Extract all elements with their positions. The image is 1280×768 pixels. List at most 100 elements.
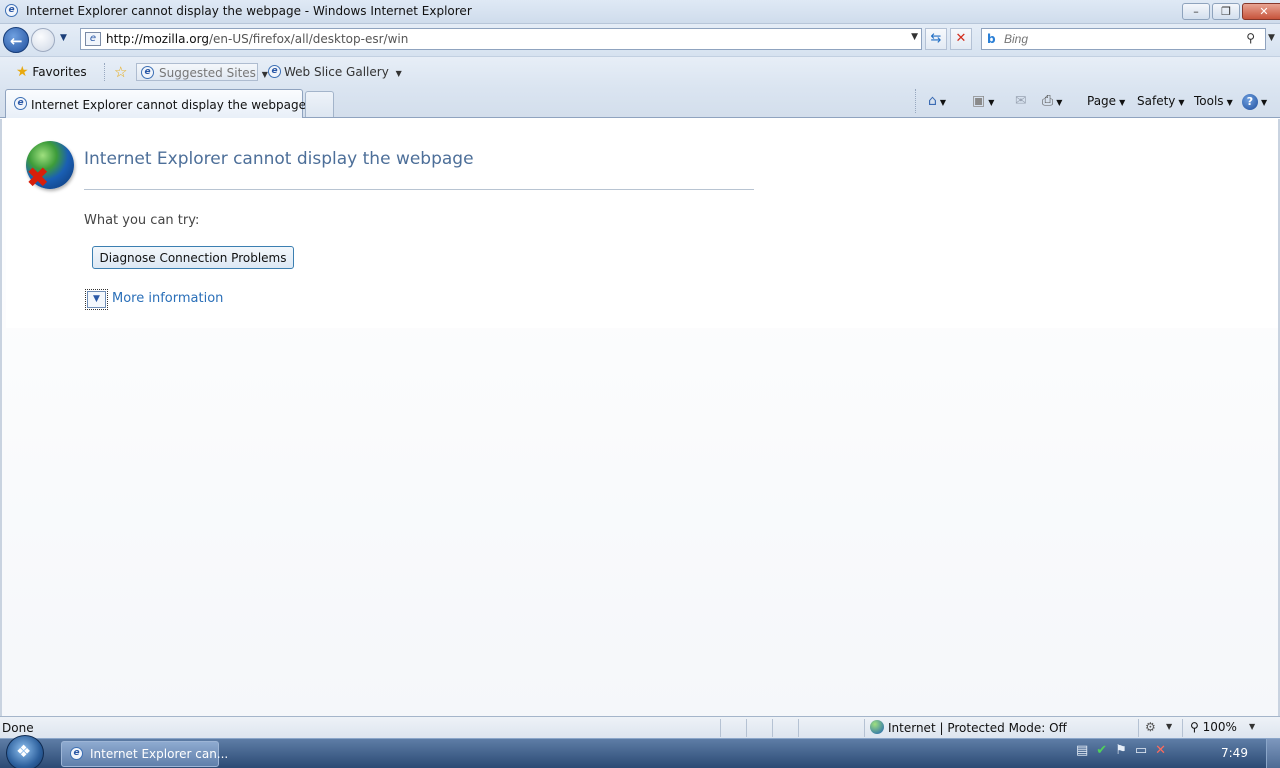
security-zone[interactable]: Internet | Protected Mode: Off <box>870 720 1067 735</box>
navigation-bar: ← ▼ e http://mozilla.org/en-US/firefox/a… <box>0 24 1280 56</box>
status-text: Done <box>2 721 34 735</box>
maximize-button[interactable]: ❐ <box>1212 3 1240 20</box>
zoom-label: 100% <box>1202 720 1237 734</box>
taskbar: ❖ e Internet Explorer can... ▤ ✔ ⚑ ▭ ✕ 7:49 <box>0 735 1280 768</box>
refresh-icon: ⇆ <box>930 31 942 46</box>
help-menu[interactable]: ? ▼ <box>1242 92 1267 110</box>
status-bar: Done Internet | Protected Mode: Off ⚙ ▼ … <box>0 716 1280 738</box>
more-information-link[interactable]: More information <box>112 291 223 306</box>
window-title: Internet Explorer cannot display the web… <box>26 4 472 18</box>
url-path: /en-US/firefox/all/desktop-esr/win <box>208 32 409 46</box>
printer-icon: ⎙ <box>1042 93 1054 109</box>
zone-label: Internet | Protected Mode: Off <box>888 721 1067 735</box>
chevron-down-icon[interactable]: ▼ <box>988 98 994 107</box>
back-button[interactable]: ← <box>3 27 29 53</box>
chevron-down-icon: ▼ <box>395 69 402 78</box>
status-separator <box>798 719 799 737</box>
chevron-down-icon[interactable]: ▼ <box>1249 722 1255 731</box>
ie-page-icon: e <box>268 65 281 78</box>
show-desktop-button[interactable] <box>1266 739 1280 768</box>
start-button[interactable]: ❖ <box>6 735 44 768</box>
favorites-separator <box>104 63 105 81</box>
ie-page-icon: e <box>14 97 27 110</box>
feeds-button[interactable]: ▣ ▼ <box>972 92 994 110</box>
stop-button[interactable]: ✕ <box>950 28 972 50</box>
search-icon[interactable]: ⚲ <box>1246 31 1255 45</box>
suggested-sites-button[interactable]: e Suggested Sites ▼ <box>136 63 268 81</box>
taskbar-ie-label: Internet Explorer can... <box>90 747 229 761</box>
title-bar: e Internet Explorer cannot display the w… <box>0 0 1280 24</box>
bing-icon: b <box>987 32 996 46</box>
status-separator <box>720 719 721 737</box>
document-tray-icon[interactable]: ▤ <box>1076 743 1088 758</box>
recent-pages-dropdown-icon[interactable]: ▼ <box>60 33 67 43</box>
windows-logo-icon: ❖ <box>16 742 32 762</box>
safety-menu[interactable]: Safety ▼ <box>1137 92 1185 110</box>
suggested-sites-label: Suggested Sites <box>159 66 256 80</box>
action-center-flag-icon[interactable]: ⚑ <box>1115 743 1127 758</box>
stop-icon: ✕ <box>955 31 967 46</box>
chevron-down-icon[interactable]: ▼ <box>940 98 946 107</box>
chevron-down-icon: ▼ <box>1261 98 1268 107</box>
divider <box>84 189 754 190</box>
status-separator <box>1138 719 1139 737</box>
security-check-icon[interactable]: ✔ <box>1096 743 1107 758</box>
tab-active[interactable]: e Internet Explorer cannot display the w… <box>5 89 306 118</box>
url-host: http://mozilla.org <box>106 32 209 46</box>
network-icon[interactable]: ▭ <box>1135 743 1147 758</box>
chevron-down-icon: ▼ <box>1119 98 1126 107</box>
search-input[interactable] <box>1004 31 1234 47</box>
web-slice-gallery-button[interactable]: e Web Slice Gallery ▼ <box>264 63 402 81</box>
clock[interactable]: 7:49 <box>1221 746 1248 760</box>
volume-muted-icon[interactable]: ✕ <box>1155 743 1166 758</box>
add-to-favorites-bar-icon[interactable]: ☆ <box>114 63 127 81</box>
internet-zone-icon <box>870 720 884 734</box>
page-content: ✖ Internet Explorer cannot display the w… <box>0 119 1280 716</box>
safety-menu-label: Safety <box>1137 94 1176 108</box>
search-options-dropdown-icon[interactable]: ▼ <box>1268 33 1275 43</box>
tools-menu-label: Tools <box>1194 94 1224 108</box>
tools-menu[interactable]: Tools ▼ <box>1194 92 1233 110</box>
page-menu[interactable]: Page ▼ <box>1087 92 1125 110</box>
web-slice-gallery-label: Web Slice Gallery <box>284 65 389 79</box>
tab-label: Internet Explorer cannot display the web… <box>31 98 306 112</box>
chevron-down-icon: ▼ <box>1178 98 1185 107</box>
page-menu-label: Page <box>1087 94 1117 108</box>
error-title: Internet Explorer cannot display the web… <box>84 149 474 169</box>
maximize-icon: ❐ <box>1221 5 1231 18</box>
minimize-button[interactable]: – <box>1182 3 1210 20</box>
read-mail-button[interactable]: ✉ <box>1015 92 1027 110</box>
ie-logo-icon: e <box>70 747 83 760</box>
chevron-down-icon[interactable]: ▼ <box>1166 722 1172 731</box>
diagnose-connection-button[interactable]: Diagnose Connection Problems <box>92 246 294 269</box>
favorites-button[interactable]: ★ Favorites <box>16 63 87 81</box>
forward-button[interactable] <box>31 28 55 52</box>
protected-mode-icon[interactable]: ⚙ <box>1145 720 1156 734</box>
rss-feed-icon: ▣ <box>972 93 986 109</box>
ie-logo-icon: e <box>5 4 18 17</box>
chevron-down-icon: ▼ <box>1226 98 1233 107</box>
command-bar-separator <box>915 89 916 113</box>
zoom-level[interactable]: ⚲ 100% <box>1190 720 1237 734</box>
new-tab-button[interactable] <box>305 91 334 117</box>
print-button[interactable]: ⎙ ▼ <box>1042 92 1062 110</box>
mail-icon: ✉ <box>1015 93 1027 109</box>
taskbar-ie-button[interactable]: e Internet Explorer can... <box>61 741 228 767</box>
status-separator <box>864 719 865 737</box>
zoom-icon: ⚲ <box>1190 720 1203 734</box>
system-tray: ▤ ✔ ⚑ ▭ ✕ <box>1076 743 1174 765</box>
address-url[interactable]: http://mozilla.org/en-US/firefox/all/des… <box>106 32 408 46</box>
close-icon: ✕ <box>1259 5 1269 18</box>
status-separator <box>746 719 747 737</box>
favorites-label: Favorites <box>32 65 87 79</box>
refresh-button[interactable]: ⇆ <box>925 28 947 50</box>
close-button[interactable]: ✕ <box>1242 3 1280 20</box>
error-panel: ✖ Internet Explorer cannot display the w… <box>6 121 1278 328</box>
status-separator <box>1182 719 1183 737</box>
search-box[interactable]: b ⚲ <box>981 28 1266 50</box>
address-dropdown-icon[interactable]: ▼ <box>911 32 918 42</box>
expand-chevron-icon[interactable]: ▼ <box>85 289 108 310</box>
home-button[interactable]: ⌂ ▼ <box>928 92 946 110</box>
address-bar[interactable]: e http://mozilla.org/en-US/firefox/all/d… <box>80 28 922 50</box>
chevron-down-icon[interactable]: ▼ <box>1056 98 1062 107</box>
